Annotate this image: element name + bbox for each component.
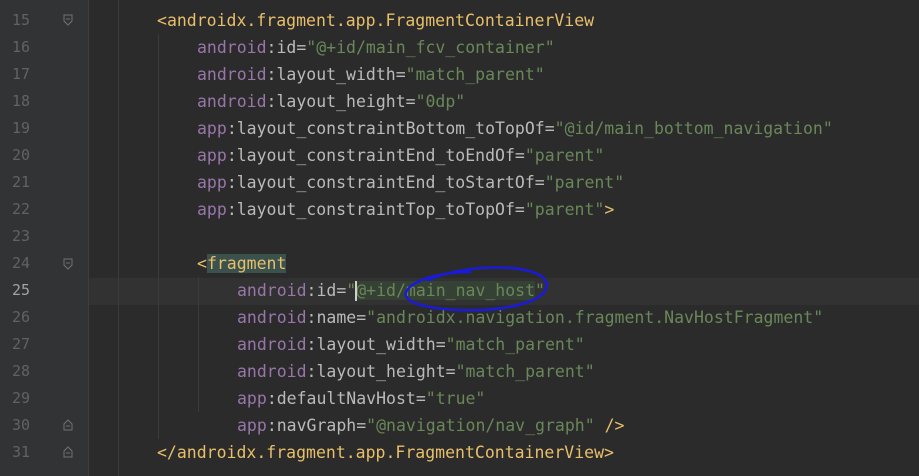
hand-drawn-circle-annotation (404, 266, 548, 312)
code-editor[interactable]: 15 16 17 18 19 20 21 22 23 24 25 26 27 2… (0, 0, 919, 476)
